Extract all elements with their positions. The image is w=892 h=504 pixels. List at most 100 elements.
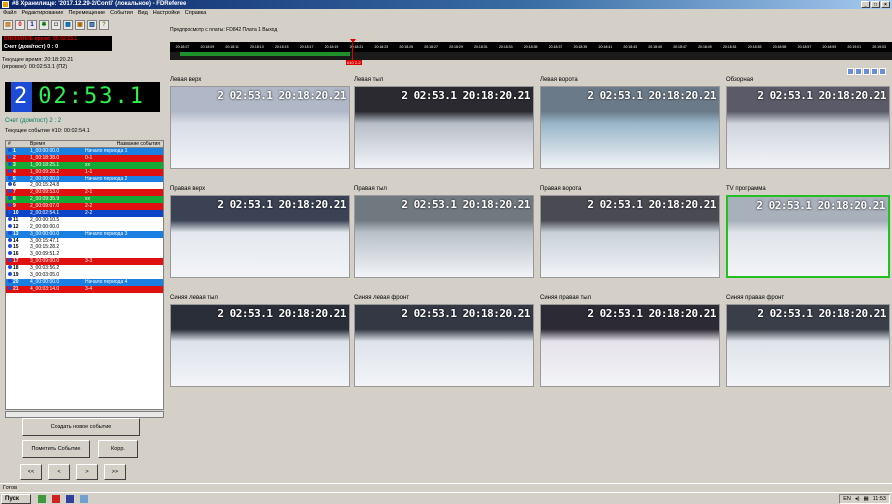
event-number: 21 bbox=[6, 285, 30, 293]
minimize-button[interactable]: _ bbox=[861, 1, 870, 8]
event-desc: Начало периода 1 bbox=[85, 148, 128, 154]
event-row[interactable]: 10 2_00:02:54.1 2-2 bbox=[6, 210, 163, 217]
camera-feed[interactable]: 2 02:53.1 20:18:20.21 bbox=[726, 86, 890, 169]
timeline[interactable]: 20:18:07 20:18:09 20:18:11 20:18:13 20:18:15… bbox=[170, 35, 892, 65]
camera-feed[interactable]: 2 02:53.1 20:18:20.21 bbox=[354, 304, 534, 387]
menu-view[interactable]: Вид bbox=[138, 9, 148, 17]
event-desc: xx bbox=[85, 196, 90, 203]
start-button[interactable]: Пуск bbox=[1, 494, 31, 504]
event-row[interactable]: 11 2_00:00:10.5 bbox=[6, 216, 163, 224]
event-row[interactable]: 12 2_00:00:00.0 bbox=[6, 223, 163, 231]
event-row[interactable]: 7 2_00:09:53.0 2-1 bbox=[6, 189, 163, 197]
fit-icon[interactable] bbox=[863, 68, 870, 75]
camera-label: Левая тыл bbox=[354, 77, 384, 83]
mark-event-button[interactable]: Пометить Событие bbox=[22, 440, 90, 458]
create-event-button[interactable]: Создать новое событие bbox=[22, 418, 140, 436]
camera-view[interactable]: Левая тыл 2 02:53.1 20:18:20.21 bbox=[354, 77, 534, 177]
menu-settings[interactable]: Настройки bbox=[153, 9, 180, 17]
event-list-scrollbar[interactable] bbox=[5, 411, 164, 418]
export-icon[interactable]: ▣ bbox=[75, 20, 85, 30]
camera-view[interactable]: Синяя правая фронт 2 02:53.1 20:18:20.21 bbox=[726, 295, 890, 395]
window-taskbar-icon[interactable] bbox=[66, 495, 74, 503]
zoom-in-icon[interactable] bbox=[847, 68, 854, 75]
fullscreen-icon[interactable] bbox=[871, 68, 878, 75]
event-row[interactable]: 8 2_00:09:35.9 xx bbox=[6, 196, 163, 204]
camera-view[interactable]: TV программа 2 02:53.1 20:18:20.21 bbox=[726, 186, 890, 286]
event-row[interactable]: 20 4_00:00:00.0 Начало периода 4 bbox=[6, 278, 163, 286]
grid-icon[interactable]: ▥ bbox=[87, 20, 97, 30]
camera-icon[interactable]: ◘ bbox=[51, 20, 61, 30]
menu-edit[interactable]: Редактирование bbox=[22, 9, 64, 17]
open-icon[interactable]: ▤ bbox=[3, 20, 13, 30]
camera-feed[interactable]: 2 02:53.1 20:18:20.21 bbox=[726, 195, 890, 278]
menu-navigate[interactable]: Перемещение bbox=[68, 9, 105, 17]
camera-feed[interactable]: 2 02:53.1 20:18:20.21 bbox=[354, 195, 534, 278]
camera-view[interactable]: Правая ворота 2 02:53.1 20:18:20.21 bbox=[540, 186, 720, 286]
camera-view[interactable]: Левая верх 2 02:53.1 20:18:20.21 bbox=[170, 77, 350, 177]
camera-feed[interactable]: 2 02:53.1 20:18:20.21 bbox=[354, 86, 534, 169]
event-row[interactable]: 5 2_00:00:00.0 Начало периода 2 bbox=[6, 175, 163, 183]
col-time[interactable]: Время bbox=[30, 141, 85, 147]
maximize-button[interactable]: □ bbox=[871, 1, 880, 8]
menu-events[interactable]: События bbox=[110, 9, 133, 17]
event-row[interactable]: 3 1_00:18:25.1 xx bbox=[6, 161, 163, 169]
camera-feed[interactable]: 2 02:53.1 20:18:20.21 bbox=[170, 86, 350, 169]
event-row[interactable]: 18 3_00:03:56.2 bbox=[6, 265, 163, 272]
layout-icon[interactable]: ▦ bbox=[63, 20, 73, 30]
event-row[interactable]: 19 3_00:03:05.0 bbox=[6, 272, 163, 279]
volume-icon[interactable]: ◂) bbox=[855, 495, 860, 503]
camera-feed[interactable]: 2 02:53.1 20:18:20.21 bbox=[540, 86, 720, 169]
col-num[interactable]: # bbox=[6, 141, 30, 147]
camera-feed[interactable]: 2 02:53.1 20:18:20.21 bbox=[540, 304, 720, 387]
event-row[interactable]: 1 1_00:00:00.0 Начало периода 1 bbox=[6, 148, 163, 155]
tools-icon[interactable]: ✱ bbox=[39, 20, 49, 30]
event-row[interactable]: 6 2_00:15:24.8 bbox=[6, 182, 163, 189]
camera-view[interactable]: Левая ворота 2 02:53.1 20:18:20.21 bbox=[540, 77, 720, 177]
menu-file[interactable]: Файл bbox=[3, 9, 17, 17]
event-number: 9 bbox=[6, 203, 30, 210]
event-row[interactable]: 2 1_00:18:38.0 0-1 bbox=[6, 154, 163, 162]
event-number: 5 bbox=[6, 175, 30, 183]
correct-button[interactable]: Корр. bbox=[98, 440, 138, 458]
nav-prev-button[interactable]: < bbox=[48, 464, 70, 480]
app-taskbar-icon[interactable] bbox=[52, 495, 60, 503]
network-icon[interactable]: ▦ bbox=[863, 495, 868, 503]
col-name[interactable]: Название события bbox=[85, 141, 163, 147]
timeline-tick: 20:19:03 bbox=[872, 45, 886, 49]
camera-view[interactable]: Правая тыл 2 02:53.1 20:18:20.21 bbox=[354, 186, 534, 286]
event-row[interactable]: 21 4_00:03:14.0 3-4 bbox=[6, 285, 163, 293]
help-icon[interactable]: ? bbox=[99, 20, 109, 30]
monitor-taskbar-icon[interactable] bbox=[80, 495, 88, 503]
camera-feed[interactable]: 2 02:53.1 20:18:20.21 bbox=[170, 304, 350, 387]
camera-view[interactable]: Синяя левая фронт 2 02:53.1 20:18:20.21 bbox=[354, 295, 534, 395]
event-row[interactable]: 9 2_00:09:07.0 2-2 bbox=[6, 203, 163, 211]
nav-last-button[interactable]: >> bbox=[104, 464, 126, 480]
record-icon[interactable]: 0 bbox=[15, 20, 25, 30]
camera-view[interactable]: Обзорная 2 02:53.1 20:18:20.21 bbox=[726, 77, 890, 177]
zoom-out-icon[interactable] bbox=[855, 68, 862, 75]
camera-view[interactable]: Синяя левая тыл 2 02:53.1 20:18:20.21 bbox=[170, 295, 350, 395]
menu-help[interactable]: Справка bbox=[185, 9, 207, 17]
event-list[interactable]: # Время Название события 1 1_00:00:00.0 На… bbox=[5, 140, 164, 410]
playhead-marker[interactable] bbox=[350, 39, 356, 43]
camera-feed[interactable]: 2 02:53.1 20:18:20.21 bbox=[726, 304, 890, 387]
nav-next-button[interactable]: > bbox=[76, 464, 98, 480]
nav-first-button[interactable]: << bbox=[20, 464, 42, 480]
event-row[interactable]: 15 3_00:15:28.2 bbox=[6, 244, 163, 251]
language-indicator[interactable]: EN bbox=[843, 495, 851, 503]
event-row[interactable]: 14 3_00:15:47.1 bbox=[6, 237, 163, 245]
camera-feed[interactable]: 2 02:53.1 20:18:20.21 bbox=[170, 195, 350, 278]
timestamp-overlay: 2 02:53.1 20:18:20.21 bbox=[217, 89, 346, 102]
event-row[interactable]: 13 3_00:00:00.0 Начало периода 3 bbox=[6, 230, 163, 238]
camera-view[interactable]: Правая верх 2 02:53.1 20:18:20.21 bbox=[170, 186, 350, 286]
settings-icon[interactable] bbox=[879, 68, 886, 75]
close-button[interactable]: × bbox=[881, 1, 890, 8]
info-icon[interactable]: 1 bbox=[27, 20, 37, 30]
event-row[interactable]: 4 1_00:09:28.2 1-1 bbox=[6, 168, 163, 176]
camera-view[interactable]: Синяя правая тыл 2 02:53.1 20:18:20.21 bbox=[540, 295, 720, 395]
quicklaunch-icon[interactable] bbox=[38, 495, 46, 503]
event-row[interactable]: 17 3_00:09:00.0 3-3 bbox=[6, 258, 163, 266]
title-bar: #8 Хранилище: '2017.12.29-2/Conti' (лока… bbox=[0, 0, 892, 9]
camera-feed[interactable]: 2 02:53.1 20:18:20.21 bbox=[540, 195, 720, 278]
event-row[interactable]: 16 3_00:09:51.2 bbox=[6, 251, 163, 258]
